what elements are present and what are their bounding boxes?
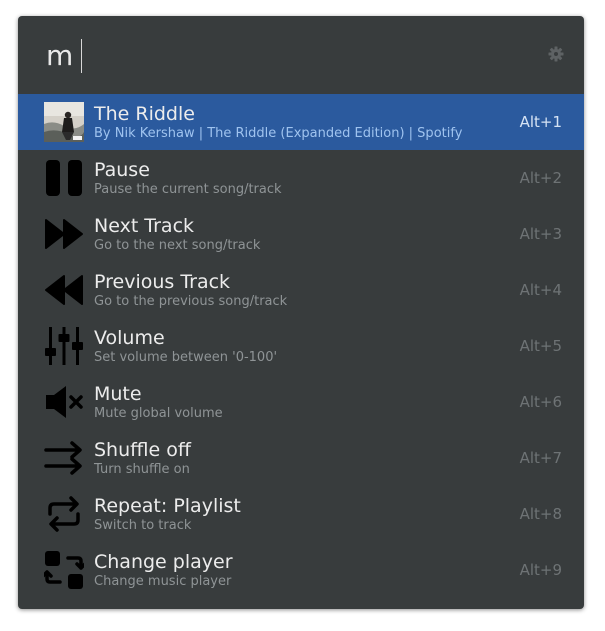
change-player-icon — [44, 550, 84, 590]
result-shortcut: Alt+9 — [519, 561, 562, 579]
result-shortcut: Alt+8 — [519, 505, 562, 523]
result-title: Shuffle off — [94, 439, 191, 461]
result-description: Change music player — [94, 574, 232, 589]
result-description: Mute global volume — [94, 406, 223, 421]
result-shortcut: Alt+2 — [519, 169, 562, 187]
previous-track-icon — [44, 270, 84, 310]
result-shortcut: Alt+4 — [519, 281, 562, 299]
result-title: Change player — [94, 551, 233, 573]
launcher-window: m The Riddle By Nik Kershaw | The Riddle… — [18, 16, 584, 609]
result-item-the-riddle[interactable]: The Riddle By Nik Kershaw | The Riddle (… — [18, 94, 584, 150]
result-item-shuffle-off[interactable]: Shuffle off Turn shuffle on Alt+7 — [18, 430, 584, 486]
result-item-repeat[interactable]: Repeat: Playlist Switch to track Alt+8 — [18, 486, 584, 542]
result-item-next-track[interactable]: Next Track Go to the next song/track Alt… — [18, 206, 584, 262]
gear-icon[interactable] — [548, 46, 564, 62]
text-caret — [81, 39, 83, 73]
next-track-icon — [44, 214, 84, 254]
volume-sliders-icon — [44, 326, 84, 366]
album-art — [44, 102, 84, 142]
result-description: Turn shuffle on — [94, 462, 190, 477]
result-description: By Nik Kershaw | The Riddle (Expanded Ed… — [94, 126, 463, 141]
result-title: Pause — [94, 159, 150, 181]
result-description: Go to the next song/track — [94, 238, 261, 253]
repeat-icon — [44, 494, 84, 534]
shuffle-off-icon — [44, 438, 84, 478]
result-shortcut: Alt+5 — [519, 337, 562, 355]
search-query-text: m — [46, 39, 74, 72]
result-title: Repeat: Playlist — [94, 495, 241, 517]
result-title: Next Track — [94, 215, 195, 237]
result-item-volume[interactable]: Volume Set volume between '0-100' Alt+5 — [18, 318, 584, 374]
result-title: Mute — [94, 383, 142, 405]
result-item-previous-track[interactable]: Previous Track Go to the previous song/t… — [18, 262, 584, 318]
result-shortcut: Alt+7 — [519, 449, 562, 467]
result-shortcut: Alt+1 — [519, 113, 562, 131]
mute-icon — [44, 382, 84, 422]
search-input[interactable]: m — [46, 36, 83, 76]
result-item-change-player[interactable]: Change player Change music player Alt+9 — [18, 542, 584, 598]
result-shortcut: Alt+3 — [519, 225, 562, 243]
result-description: Pause the current song/track — [94, 182, 282, 197]
result-shortcut: Alt+6 — [519, 393, 562, 411]
result-description: Switch to track — [94, 518, 192, 533]
result-item-mute[interactable]: Mute Mute global volume Alt+6 — [18, 374, 584, 430]
result-description: Set volume between '0-100' — [94, 350, 278, 365]
result-title: The Riddle — [94, 103, 195, 125]
results-list: The Riddle By Nik Kershaw | The Riddle (… — [18, 94, 584, 598]
result-item-pause[interactable]: Pause Pause the current song/track Alt+2 — [18, 150, 584, 206]
pause-icon — [44, 158, 84, 198]
result-title: Previous Track — [94, 271, 231, 293]
result-title: Volume — [94, 327, 165, 349]
result-description: Go to the previous song/track — [94, 294, 288, 309]
search-bar: m — [18, 16, 584, 94]
